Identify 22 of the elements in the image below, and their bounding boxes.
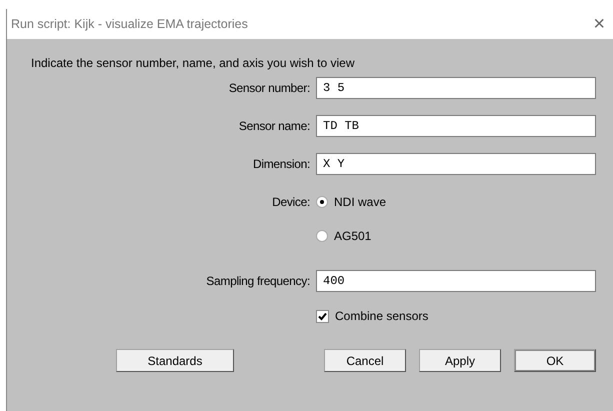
radio-option[interactable]: NDI wave <box>316 195 596 209</box>
dialog-button[interactable]: Apply <box>419 349 501 372</box>
dialog-button[interactable]: Standards <box>116 349 234 372</box>
field-label: Sensor number: <box>228 81 310 95</box>
dialog-button[interactable]: Cancel <box>324 349 406 372</box>
close-button[interactable]: × <box>591 12 607 36</box>
field-label: Sensor name: <box>238 119 310 133</box>
window-title: Run script: Kijk - visualize EMA trajectories <box>11 17 248 31</box>
field-label: Sampling frequency: <box>205 274 310 288</box>
instruction-text: Indicate the sensor number, name, and axis you wish to view <box>31 56 356 72</box>
input-field[interactable]: 3 5 <box>316 77 596 99</box>
input-field[interactable]: TD TB <box>316 115 596 137</box>
checkbox-icon[interactable] <box>316 310 329 322</box>
field-label: Device: <box>271 195 310 209</box>
radio-icon[interactable] <box>316 196 328 208</box>
field-label: Dimension: <box>252 157 310 171</box>
input-field[interactable]: X Y <box>316 153 596 175</box>
dialog-button[interactable]: OK <box>514 349 596 372</box>
radio-option[interactable]: AG501 <box>316 229 596 243</box>
input-field[interactable]: 400 <box>316 270 596 292</box>
checkbox-option[interactable]: Combine sensors <box>316 309 596 323</box>
radio-icon[interactable] <box>316 230 328 242</box>
